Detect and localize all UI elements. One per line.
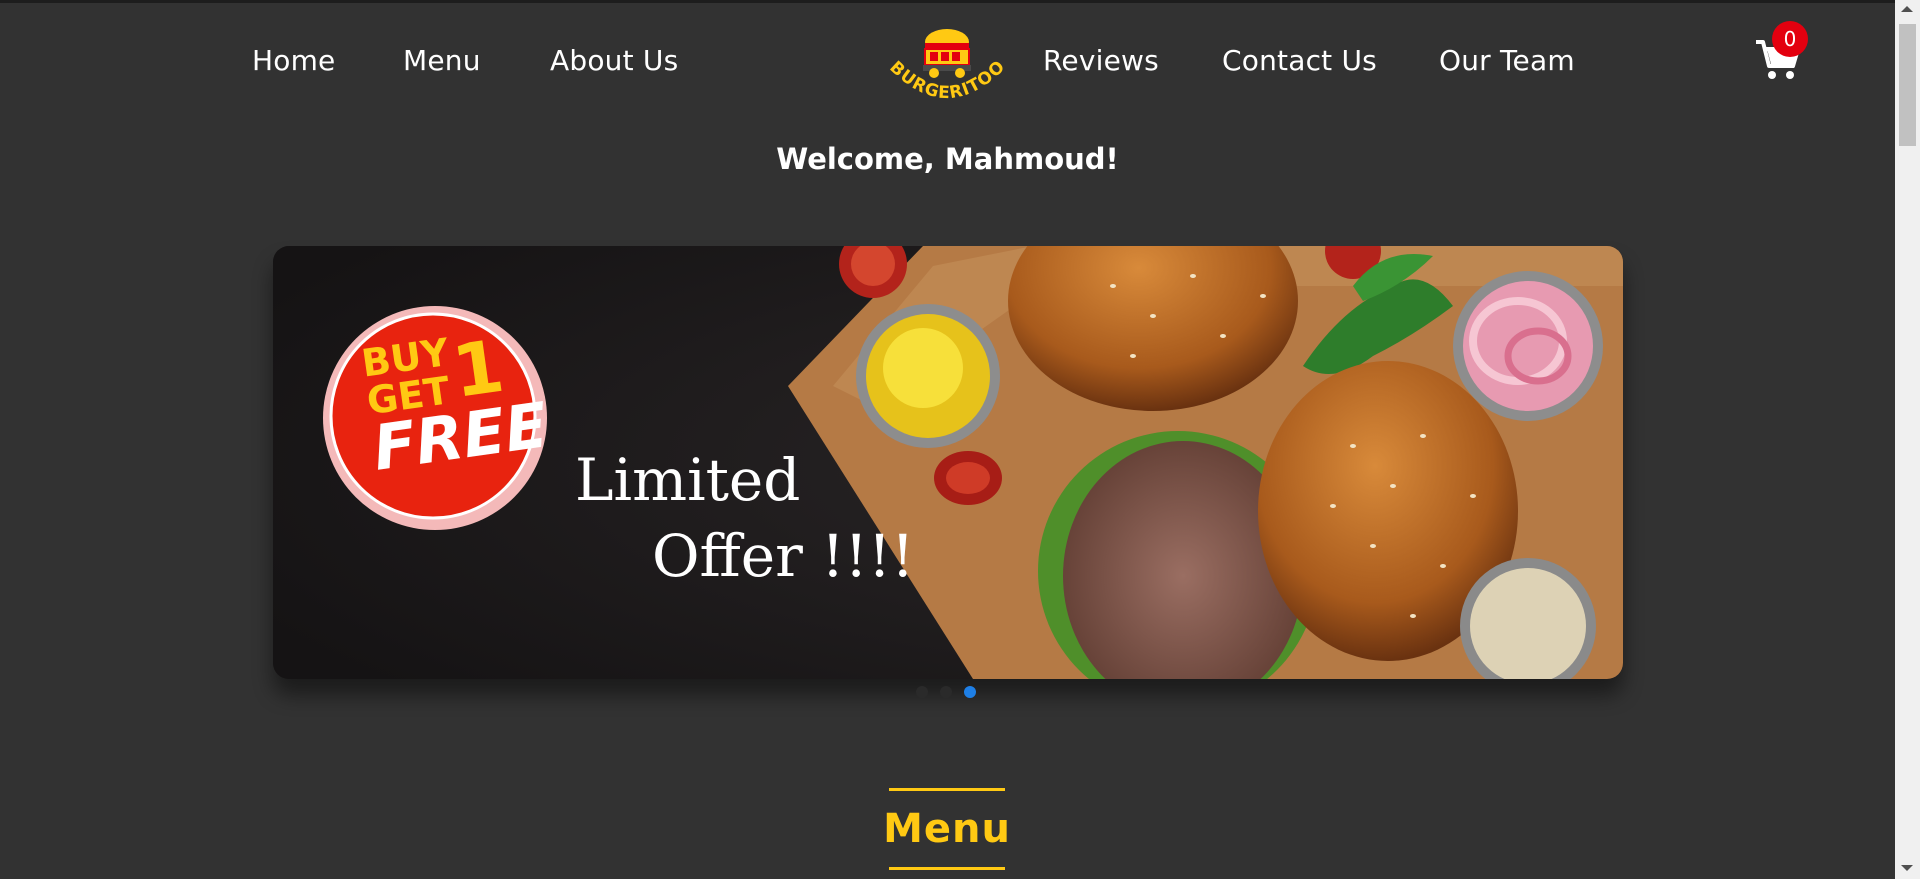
carousel-dot-2[interactable] (940, 686, 952, 698)
scroll-up-arrow-icon[interactable] (1901, 6, 1913, 12)
nav-reviews[interactable]: Reviews (1043, 44, 1159, 77)
welcome-message: Welcome, Mahmoud! (776, 142, 1119, 176)
cart-count-badge: 0 (1772, 21, 1808, 57)
nav-about-us[interactable]: About Us (550, 44, 678, 77)
burgeritoo-logo[interactable]: BURGERITOO (875, 20, 1015, 112)
scroll-down-arrow-icon[interactable] (1901, 865, 1913, 871)
carousel-indicators (916, 686, 976, 698)
scrollbar-thumb[interactable] (1899, 24, 1916, 146)
offer-line-2: Offer !!!! (652, 522, 915, 590)
carousel-dot-1[interactable] (916, 686, 928, 698)
menu-section-title: Menu (883, 788, 1010, 870)
nav-home[interactable]: Home (252, 44, 336, 77)
offer-line-1: Limited (575, 446, 801, 514)
promo-banner[interactable]: BUY GET 1 FREE Limited Offer !!!! (273, 246, 1623, 679)
top-border (0, 0, 1895, 3)
carousel-dot-3-active[interactable] (964, 686, 976, 698)
nav-menu[interactable]: Menu (403, 44, 481, 77)
nav-contact-us[interactable]: Contact Us (1222, 44, 1377, 77)
nav-our-team[interactable]: Our Team (1439, 44, 1575, 77)
